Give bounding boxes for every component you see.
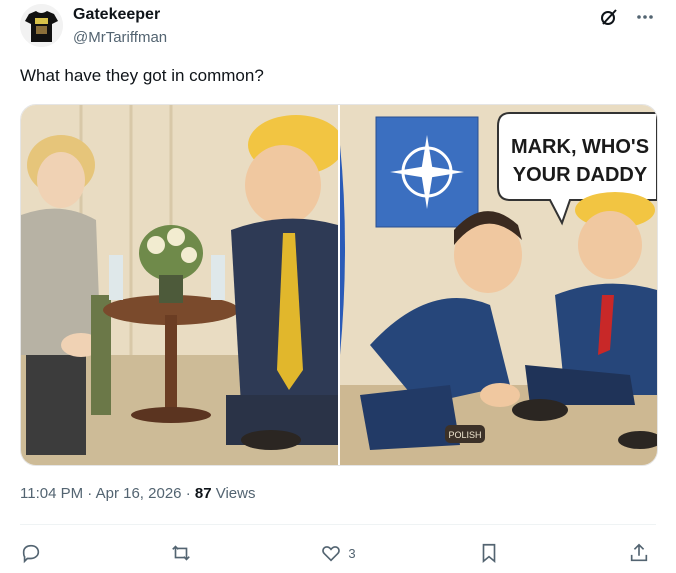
meta-separator: · xyxy=(87,485,93,502)
author-name[interactable]: Gatekeeper xyxy=(73,6,160,24)
repost-icon xyxy=(172,545,191,561)
author-handle[interactable]: @MrTariffman xyxy=(73,29,167,46)
share-button[interactable] xyxy=(628,542,656,564)
reply-button[interactable] xyxy=(20,542,48,564)
left-illustration[interactable] xyxy=(21,105,344,465)
grok-icon[interactable] xyxy=(598,6,620,28)
meta-separator: · xyxy=(185,485,191,502)
bookmark-icon xyxy=(482,543,496,564)
speech-bubble-line-1: MARK, WHO'S xyxy=(511,136,649,158)
like-count: 3 xyxy=(348,545,356,561)
post-date[interactable]: Apr 16, 2026 xyxy=(96,485,182,502)
like-icon xyxy=(322,546,341,562)
left-illustration-image xyxy=(21,105,344,465)
post-meta: 11:04 PM · Apr 16, 2026 · 87 Views xyxy=(20,485,255,502)
avatar[interactable] xyxy=(20,4,63,47)
right-illustration-image: MARK, WHO'S YOUR DADDY POLISH xyxy=(340,105,657,465)
top-actions xyxy=(598,6,656,28)
post-time[interactable]: 11:04 PM xyxy=(20,485,83,502)
views-count: 87 xyxy=(194,485,212,502)
repost-button[interactable] xyxy=(170,542,198,564)
more-icon[interactable] xyxy=(634,6,656,28)
post: Gatekeeper @MrTariffman What have they g… xyxy=(0,0,676,573)
share-icon xyxy=(630,543,648,562)
divider xyxy=(20,524,656,525)
action-bar: 3 xyxy=(20,539,656,567)
speech-bubble-line-2: YOUR DADDY xyxy=(513,164,648,186)
views-label: Views xyxy=(215,485,256,502)
media-grid[interactable]: MARK, WHO'S YOUR DADDY POLISH xyxy=(20,104,658,466)
post-text: What have they got in common? xyxy=(20,66,264,85)
polish-tin-label: POLISH xyxy=(448,430,481,440)
reply-icon xyxy=(22,544,40,564)
like-button[interactable]: 3 xyxy=(320,542,356,564)
right-illustration[interactable]: MARK, WHO'S YOUR DADDY POLISH xyxy=(340,105,657,465)
bookmark-button[interactable] xyxy=(478,542,506,564)
avatar-tshirt-image xyxy=(20,4,63,47)
